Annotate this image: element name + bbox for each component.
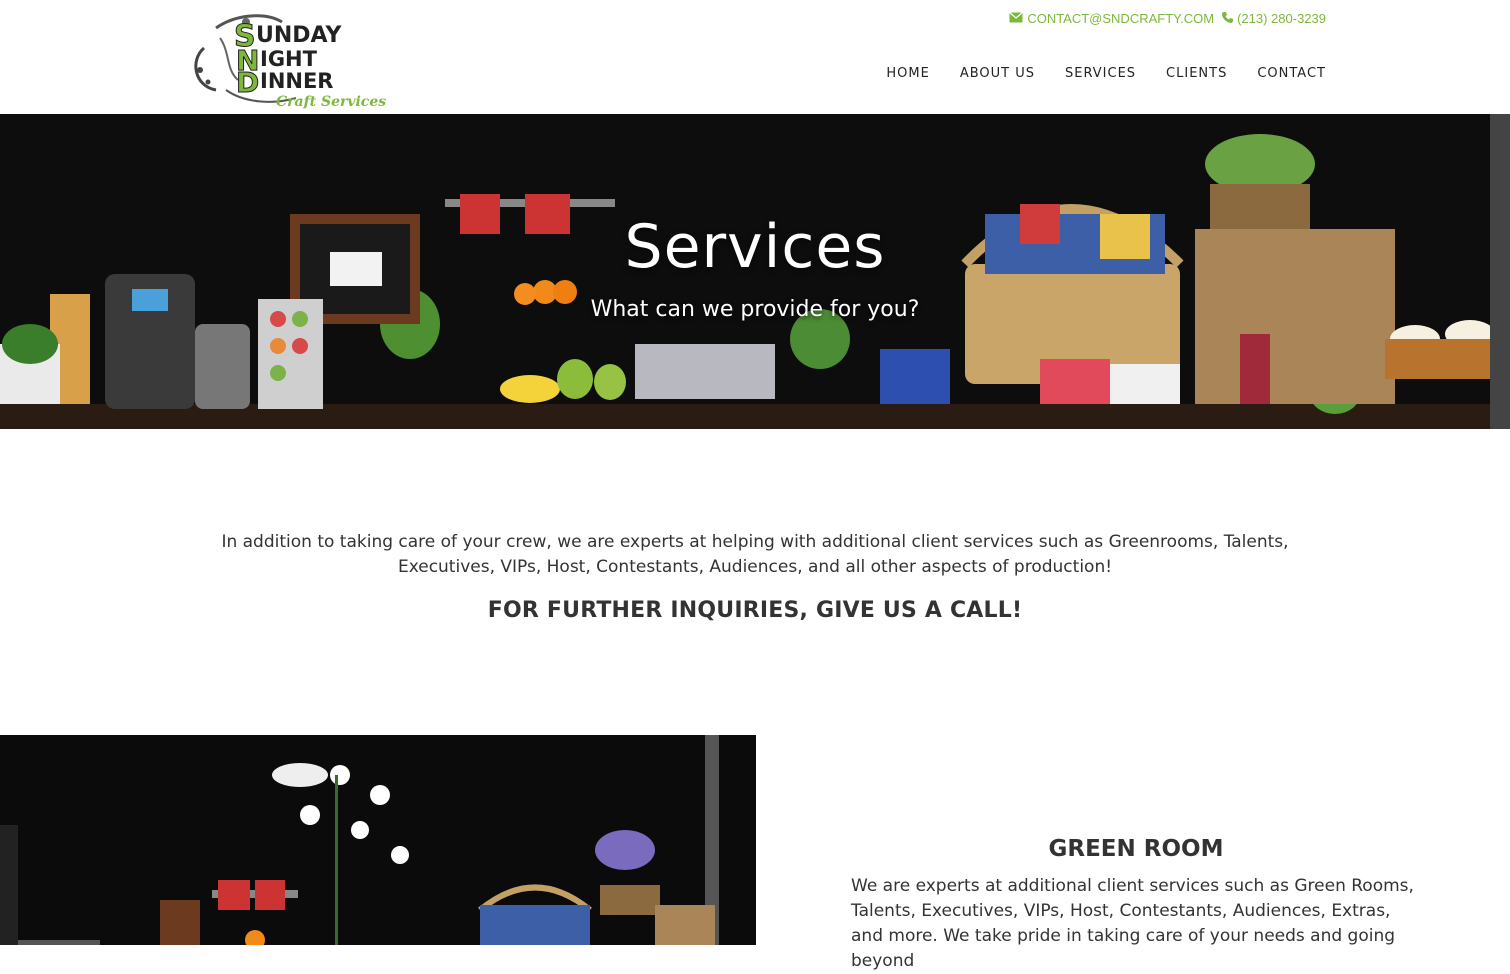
email-link[interactable]: CONTACT@SNDCRAFTY.COM (1009, 11, 1214, 26)
hero-subtitle: What can we provide for you? (590, 297, 920, 322)
nav-item-clients[interactable]: CLIENTS (1166, 66, 1227, 81)
green-room-title: GREEN ROOM (1048, 836, 1224, 862)
nav-item-home[interactable]: HOME (886, 66, 929, 81)
inquiry-cta-heading: FOR FURTHER INQUIRIES, GIVE US A CALL! (487, 598, 1023, 623)
green-room-image (0, 735, 756, 945)
logo-word-night: IGHT (260, 47, 318, 71)
hero-title: Services (624, 212, 886, 282)
logo-word-dinner: INNER (260, 69, 333, 93)
nav-item-about-us[interactable]: ABOUT US (960, 66, 1035, 81)
phone-text: (213) 280-3239 (1237, 11, 1326, 26)
nav-item-contact[interactable]: CONTACT (1257, 66, 1326, 81)
site-header: S N D UNDAY IGHT INNER Craft Services CO… (0, 0, 1510, 114)
logo-tagline: Craft Services (276, 94, 386, 110)
phone-link[interactable]: (213) 280-3239 (1222, 11, 1326, 26)
hero-banner: Services What can we provide for you? (0, 114, 1510, 429)
nav-item-services[interactable]: SERVICES (1065, 66, 1136, 81)
email-text: CONTACT@SNDCRAFTY.COM (1027, 11, 1215, 26)
site-logo[interactable]: S N D UNDAY IGHT INNER Craft Services (186, 8, 386, 110)
main-nav: HOME ABOUT US SERVICES CLIENTS CONTACT (886, 66, 1326, 81)
logo-word-sunday: UNDAY (256, 23, 342, 48)
phone-icon (1222, 11, 1234, 26)
intro-paragraph: In addition to taking care of your crew,… (221, 532, 1289, 577)
svg-text:D: D (236, 66, 259, 99)
green-room-text: We are experts at additional client serv… (851, 876, 1414, 971)
contact-bar: CONTACT@SNDCRAFTY.COM (213) 280-3239 (1009, 11, 1326, 26)
envelope-icon (1009, 11, 1024, 26)
